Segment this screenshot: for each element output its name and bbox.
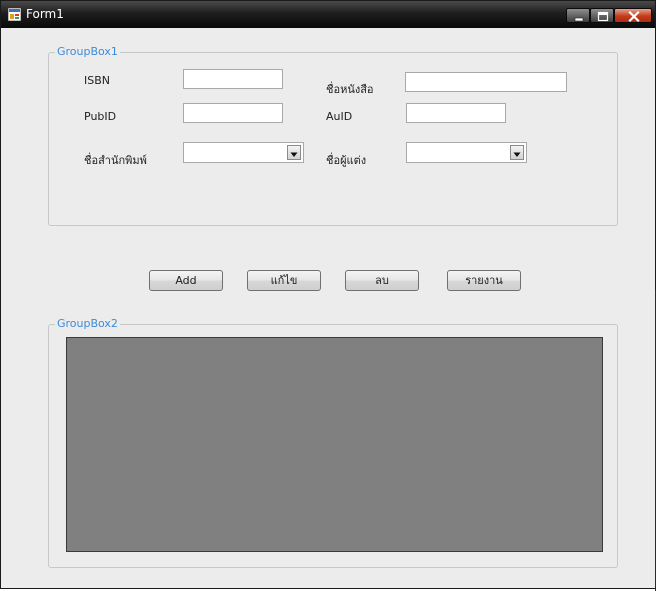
minimize-button[interactable] bbox=[566, 8, 590, 23]
pubid-input[interactable] bbox=[183, 103, 283, 123]
close-button[interactable] bbox=[614, 8, 652, 23]
form-window: Form1 GroupBox1 ISBN ชื่อหนังสือ PubID A… bbox=[0, 0, 656, 589]
close-icon bbox=[628, 10, 640, 23]
client-area: GroupBox1 ISBN ชื่อหนังสือ PubID AuID ชื… bbox=[8, 28, 649, 584]
publisher-combobox[interactable] bbox=[183, 142, 304, 163]
auid-label: AuID bbox=[326, 110, 353, 123]
report-button[interactable]: รายงาน bbox=[447, 270, 521, 291]
dropdown-arrow-icon bbox=[290, 152, 298, 157]
pubid-label: PubID bbox=[84, 110, 117, 123]
publisher-name-label: ชื่อสำนักพิมพ์ bbox=[84, 154, 147, 167]
isbn-label: ISBN bbox=[84, 74, 111, 87]
window-title: Form1 bbox=[26, 7, 64, 21]
book-name-label: ชื่อหนังสือ bbox=[326, 83, 374, 96]
auid-input[interactable] bbox=[406, 103, 506, 123]
isbn-input[interactable] bbox=[183, 69, 283, 89]
add-button[interactable]: Add bbox=[149, 270, 223, 291]
dropdown-arrow-icon bbox=[513, 152, 521, 157]
delete-button[interactable]: ลบ bbox=[345, 270, 419, 291]
book-name-input[interactable] bbox=[405, 72, 567, 92]
title-bar[interactable]: Form1 bbox=[1, 1, 655, 28]
groupbox2-legend: GroupBox2 bbox=[55, 317, 120, 331]
minimize-icon bbox=[574, 17, 584, 22]
app-icon[interactable] bbox=[8, 8, 21, 21]
groupbox1-legend: GroupBox1 bbox=[55, 45, 120, 59]
author-combobox[interactable] bbox=[406, 142, 527, 163]
maximize-icon bbox=[597, 11, 609, 22]
publisher-dropdown-button[interactable] bbox=[287, 145, 301, 160]
author-dropdown-button[interactable] bbox=[510, 145, 524, 160]
maximize-button[interactable] bbox=[590, 8, 614, 23]
edit-button[interactable]: แก้ไข bbox=[247, 270, 321, 291]
author-name-label: ชื่อผู้แต่ง bbox=[326, 154, 367, 167]
window-edge bbox=[655, 290, 656, 591]
data-grid-view[interactable] bbox=[66, 337, 603, 552]
